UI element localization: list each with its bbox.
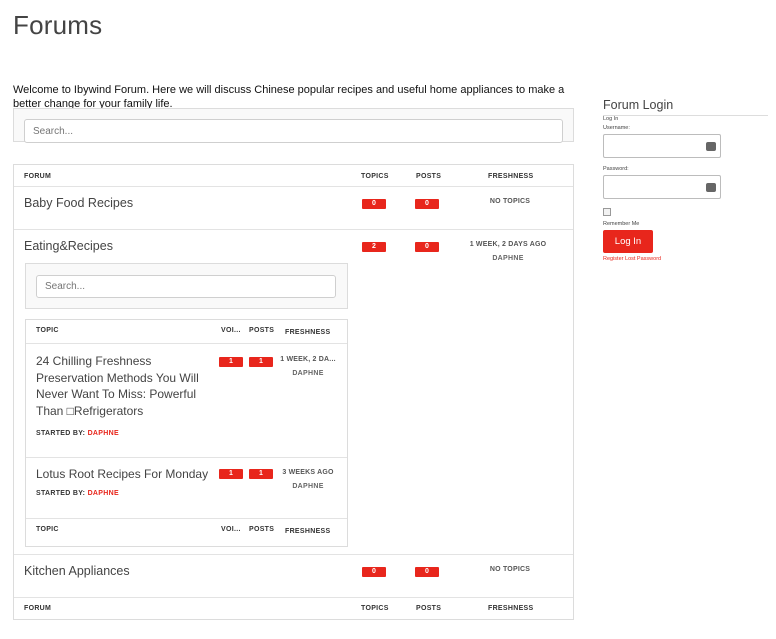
page-title: Forums: [13, 10, 103, 40]
topic-freshness-link[interactable]: 3 WEEKS AGO: [278, 469, 338, 476]
forum-topics-count: 0: [362, 199, 386, 209]
forum-link-baby-food-recipes[interactable]: Baby Food Recipes: [24, 196, 133, 210]
forum-search-input[interactable]: [24, 119, 563, 143]
login-button[interactable]: Log In: [603, 230, 653, 253]
register-lost-password-links[interactable]: Register Lost Password: [603, 256, 661, 262]
remember-me-label: Remember Me: [603, 221, 640, 227]
divider: [14, 229, 573, 230]
topic-table: TOPIC VOI... POSTS FRESHNESS 24 Chilling…: [25, 319, 348, 547]
forum-last-author[interactable]: DAPHNE: [478, 255, 538, 262]
topic-last-author[interactable]: DAPHNE: [278, 370, 338, 377]
divider: [14, 186, 573, 187]
started-by-label: STARTED BY:: [36, 430, 86, 437]
login-subtitle: Log In: [603, 116, 619, 122]
welcome-text: Welcome to Ibywind Forum. Here we will d…: [13, 84, 565, 110]
topic-voices-count: 1: [219, 469, 243, 479]
forum-posts-count: 0: [415, 567, 439, 577]
topic-freshness-link[interactable]: 1 WEEK, 2 DA...: [278, 356, 338, 363]
topic-started-by: STARTED BY: DAPHNE: [36, 490, 119, 497]
posts-header: POSTS: [416, 173, 442, 180]
username-field[interactable]: [603, 134, 721, 158]
topic-footer: TOPIC: [36, 526, 59, 533]
divider: [14, 597, 573, 598]
password-label: Password:: [603, 166, 629, 172]
password-manager-icon[interactable]: [706, 139, 716, 151]
divider: [14, 554, 573, 555]
remember-me-checkbox[interactable]: [603, 208, 611, 216]
topic-link-lotus-root[interactable]: Lotus Root Recipes For Monday: [36, 466, 216, 483]
posts-footer: POSTS: [249, 526, 275, 533]
freshness-footer: FRESHNESS: [488, 605, 534, 612]
topic-header: TOPIC: [36, 327, 59, 334]
posts-header: POSTS: [249, 327, 275, 334]
topic-voices-count: 1: [219, 357, 243, 367]
forum-table: FORUM TOPICS POSTS FRESHNESS Baby Food R…: [13, 164, 574, 620]
topic-posts-count: 1: [249, 357, 273, 367]
divider: [603, 115, 768, 116]
forum-footer: FORUM: [24, 605, 52, 612]
forum-posts-count: 0: [415, 242, 439, 252]
username-label: Username:: [603, 125, 630, 131]
forum-topics-count: 0: [362, 567, 386, 577]
voices-header: VOI...: [221, 327, 241, 334]
password-field[interactable]: [603, 175, 721, 199]
divider: [26, 457, 347, 458]
topic-started-by: STARTED BY: DAPHNE: [36, 430, 119, 437]
freshness-header: FRESHNESS: [285, 329, 331, 336]
forum-freshness: NO TOPICS: [489, 198, 531, 205]
topic-link-freshness-preservation[interactable]: 24 Chilling Freshness Preservation Metho…: [36, 353, 211, 419]
voices-footer: VOI...: [221, 526, 241, 533]
divider: [26, 518, 347, 519]
topic-posts-count: 1: [249, 469, 273, 479]
forum-freshness-link[interactable]: 1 WEEK, 2 DAYS AGO: [458, 241, 558, 248]
topics-footer: TOPICS: [361, 605, 389, 612]
topics-header: TOPICS: [361, 173, 389, 180]
forum-link-kitchen-appliances[interactable]: Kitchen Appliances: [24, 564, 130, 578]
login-title: Forum Login: [603, 98, 674, 112]
freshness-header: FRESHNESS: [488, 173, 534, 180]
password-manager-icon[interactable]: [706, 180, 716, 192]
posts-footer: POSTS: [416, 605, 442, 612]
started-by-author-link[interactable]: DAPHNE: [88, 490, 119, 497]
started-by-author-link[interactable]: DAPHNE: [88, 430, 119, 437]
forum-link-eating-recipes[interactable]: Eating&Recipes: [24, 239, 113, 253]
forum-header: FORUM: [24, 173, 52, 180]
forum-posts-count: 0: [415, 199, 439, 209]
topic-last-author[interactable]: DAPHNE: [278, 483, 338, 490]
topic-search-input[interactable]: [36, 275, 336, 298]
forum-freshness: NO TOPICS: [489, 566, 531, 573]
forum-topics-count: 2: [362, 242, 386, 252]
started-by-label: STARTED BY:: [36, 490, 86, 497]
search-panel: [13, 108, 574, 143]
freshness-footer: FRESHNESS: [285, 528, 331, 535]
divider: [26, 343, 347, 344]
topic-search-panel: [25, 263, 348, 309]
